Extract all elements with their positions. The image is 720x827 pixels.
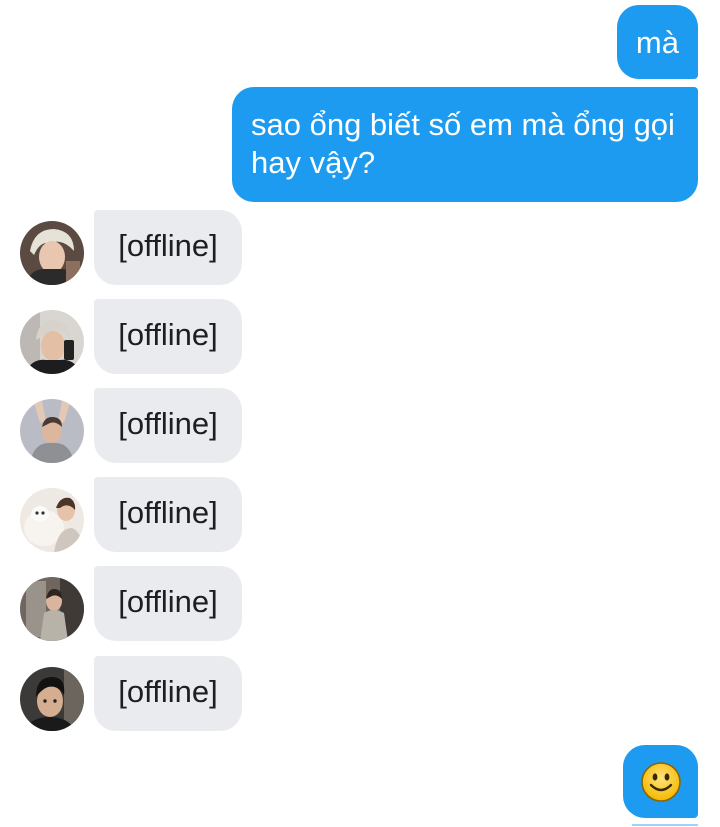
message-text: [offline] [118, 228, 218, 263]
avatar-photo-icon [20, 310, 84, 374]
message-text: [offline] [118, 495, 218, 530]
avatar-photo-icon [20, 221, 84, 285]
incoming-message-bubble[interactable]: [offline] [94, 299, 242, 374]
composer-underline [632, 824, 698, 826]
avatar[interactable] [20, 310, 84, 374]
message-text: [offline] [118, 317, 218, 352]
incoming-message-bubble[interactable]: [offline] [94, 656, 242, 731]
avatar[interactable] [20, 399, 84, 463]
outgoing-message-bubble[interactable]: sao ổng biết số em mà ổng gọi hay vậy? [232, 87, 698, 202]
avatar[interactable] [20, 667, 84, 731]
message-text: sao ổng biết số em mà ổng gọi hay vậy? [251, 107, 675, 180]
message-text: [offline] [118, 674, 218, 709]
outgoing-emoji-bubble[interactable] [623, 745, 698, 818]
avatar[interactable] [20, 577, 84, 641]
incoming-message-bubble[interactable]: [offline] [94, 566, 242, 641]
message-text: [offline] [118, 406, 218, 441]
incoming-message-bubble[interactable]: [offline] [94, 210, 242, 285]
message-text: mà [635, 25, 679, 60]
message-text: [offline] [118, 584, 218, 619]
avatar[interactable] [20, 221, 84, 285]
smiley-emoji-icon [641, 762, 681, 802]
avatar-photo-icon [20, 399, 84, 463]
incoming-message-bubble[interactable]: [offline] [94, 477, 242, 552]
avatar[interactable] [20, 488, 84, 552]
avatar-photo-icon [20, 488, 84, 552]
avatar-photo-icon [20, 577, 84, 641]
avatar-photo-icon [20, 667, 84, 731]
incoming-message-bubble[interactable]: [offline] [94, 388, 242, 463]
outgoing-message-bubble[interactable]: mà [616, 5, 698, 79]
